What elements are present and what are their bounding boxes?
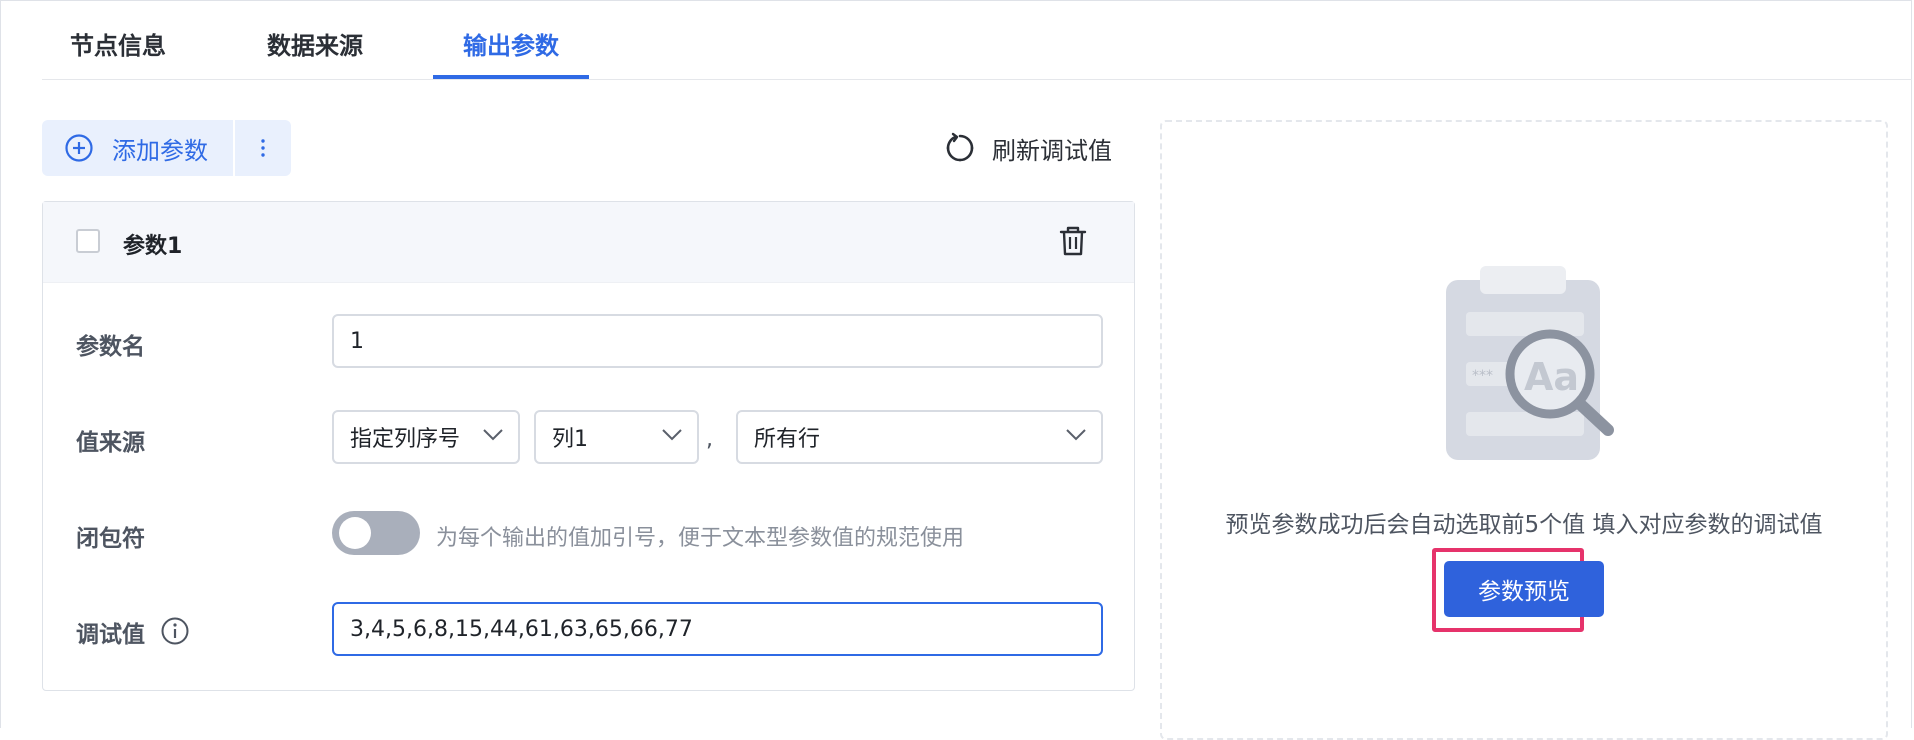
active-tab-indicator	[433, 75, 589, 79]
svg-text:Aa: Aa	[1524, 355, 1579, 399]
refresh-debug-button[interactable]: 刷新调试值	[944, 130, 1112, 166]
more-options-button[interactable]	[235, 120, 291, 176]
trash-icon[interactable]	[1058, 225, 1088, 257]
source-column-select[interactable]: 列1	[534, 410, 699, 464]
param-name-input[interactable]: 1	[332, 314, 1103, 368]
tab-node-info[interactable]: 节点信息	[70, 26, 166, 61]
param-card: 参数1 参数名 1 值来源 指定列序号 列1 , 所有行 闭包符 为每个输出的值…	[42, 201, 1135, 691]
source-rows-value: 所有行	[754, 427, 821, 452]
preview-description: 预览参数成功后会自动选取前5个值 填入对应参数的调试值	[1225, 512, 1823, 538]
chevron-down-icon	[1066, 429, 1086, 441]
param-card-header: 参数1	[43, 202, 1134, 283]
tab-bar: 节点信息 数据来源 输出参数	[42, 0, 1912, 80]
param-preview-button[interactable]: 参数预览	[1444, 561, 1604, 617]
refresh-debug-label: 刷新调试值	[992, 136, 1112, 165]
chevron-down-icon	[662, 429, 682, 441]
tab-output-params[interactable]: 输出参数	[463, 26, 559, 61]
source-rows-select[interactable]: 所有行	[736, 410, 1103, 464]
debug-value-label: 调试值	[76, 622, 145, 648]
svg-text:***: ***	[1472, 368, 1493, 384]
wrap-char-hint: 为每个输出的值加引号，便于文本型参数值的规范使用	[436, 526, 965, 551]
info-icon[interactable]	[160, 616, 190, 646]
wrap-char-label: 闭包符	[76, 526, 145, 552]
separator-comma: ,	[706, 427, 713, 452]
add-param-label: 添加参数	[112, 136, 208, 165]
tab-data-source[interactable]: 数据来源	[267, 26, 363, 61]
plus-circle-icon	[65, 134, 93, 162]
source-type-select[interactable]: 指定列序号	[332, 410, 520, 464]
clipboard-search-illustration: *** Aa	[1446, 266, 1614, 460]
chevron-down-icon	[483, 429, 503, 441]
debug-value-input[interactable]: 3,4,5,6,8,15,44,61,63,65,66,77	[332, 602, 1103, 656]
source-column-value: 列1	[552, 427, 588, 452]
refresh-icon	[946, 132, 974, 162]
debug-value-text: 3,4,5,6,8,15,44,61,63,65,66,77	[350, 616, 693, 642]
toggle-knob	[339, 517, 371, 549]
param-name-label: 参数名	[76, 334, 145, 360]
source-type-value: 指定列序号	[350, 427, 461, 452]
more-vertical-icon	[261, 139, 265, 157]
wrap-char-toggle[interactable]	[332, 511, 420, 555]
param-select-checkbox[interactable]	[76, 229, 100, 253]
add-param-button[interactable]: 添加参数	[42, 120, 233, 176]
param-title: 参数1	[123, 234, 183, 259]
value-source-label: 值来源	[76, 430, 145, 456]
add-param-group: 添加参数	[42, 120, 291, 176]
param-name-value: 1	[350, 328, 364, 354]
